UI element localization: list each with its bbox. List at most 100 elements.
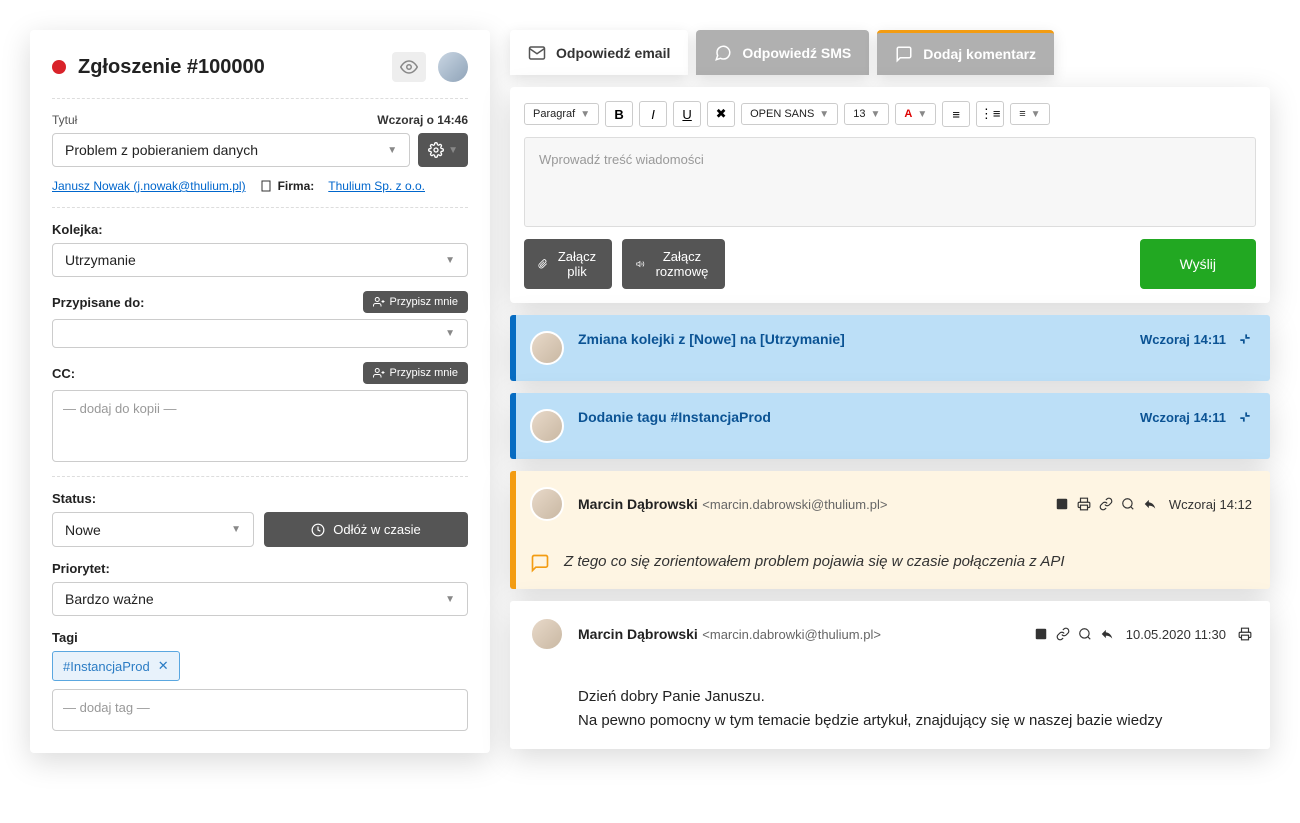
attach-call-button[interactable]: Załącz rozmowę (622, 239, 725, 289)
assigned-label: Przypisane do: (52, 295, 144, 310)
italic-button[interactable]: I (639, 101, 667, 127)
font-select[interactable]: OPEN SANS ▼ (741, 103, 838, 125)
event-time: 10.05.2020 11:30 (1126, 627, 1226, 642)
response-tabs: Odpowiedź email Odpowiedź SMS Dodaj kome… (510, 30, 1270, 75)
tag-value: #InstancjaProd (63, 659, 150, 674)
editor-toolbar: Paragraf ▼ B I U ✖ OPEN SANS ▼ 13 ▼ A ▼ … (524, 101, 1256, 127)
volume-icon (636, 257, 645, 271)
chevron-down-icon: ▼ (387, 145, 397, 156)
chevron-down-icon: ▼ (448, 145, 458, 156)
assign-me-button[interactable]: Przypisz mnie (363, 291, 468, 313)
ticket-header: Zgłoszenie #100000 (52, 52, 468, 82)
comment-icon (895, 45, 913, 63)
size-select[interactable]: 13 ▼ (844, 103, 889, 125)
author-email: <marcin.dabrowki@thulium.pl> (702, 627, 881, 642)
cc-assign-me-button[interactable]: Przypisz mnie (363, 362, 468, 384)
conversation-panel: Odpowiedź email Odpowiedź SMS Dodaj kome… (510, 30, 1270, 753)
event-title: Zmiana kolejki z [Nowe] na [Utrzymanie] (578, 331, 845, 347)
tab-sms[interactable]: Odpowiedź SMS (696, 30, 869, 75)
event-title: Dodanie tagu #InstancjaProd (578, 409, 771, 425)
clock-icon (311, 523, 325, 537)
bold-button[interactable]: B (605, 101, 633, 127)
divider (52, 98, 468, 99)
tab-email[interactable]: Odpowiedź email (510, 30, 688, 75)
avatar (530, 617, 564, 651)
priority-select[interactable]: Bardzo ważne ▼ (52, 582, 468, 616)
editor-textarea[interactable]: Wprowadź treść wiadomości (524, 137, 1256, 227)
priority-label: Priorytet: (52, 561, 110, 576)
contact-row: Janusz Nowak (j.nowak@thulium.pl) Firma:… (52, 179, 468, 193)
tags-label: Tagi (52, 630, 78, 645)
expand-icon[interactable] (1055, 497, 1069, 511)
ticket-heading: Zgłoszenie #100000 (78, 56, 380, 79)
company-link[interactable]: Thulium Sp. z o.o. (328, 179, 425, 193)
expand-icon[interactable] (1034, 627, 1048, 641)
link-icon[interactable] (1099, 497, 1113, 511)
avatar (530, 331, 564, 365)
reply-icon[interactable] (1100, 627, 1114, 641)
settings-button[interactable]: ▼ (418, 133, 468, 167)
status-label: Status: (52, 491, 96, 506)
align-select[interactable]: ≡ ▼ (1010, 103, 1049, 125)
reply-body: Dzień dobry Panie Januszu. Na pewno pomo… (530, 685, 1162, 733)
ordered-list-button[interactable]: ≡ (942, 101, 970, 127)
event-time: Wczoraj 14:11 (1140, 332, 1226, 347)
underline-button[interactable]: U (673, 101, 701, 127)
queue-select[interactable]: Utrzymanie ▼ (52, 243, 468, 277)
priority-value: Bardzo ważne (65, 591, 154, 607)
paperclip-icon (538, 257, 548, 271)
author-email: <marcin.dabrowski@thulium.pl> (702, 497, 887, 512)
collapse-icon[interactable] (1238, 332, 1252, 346)
mail-icon (528, 44, 546, 62)
tab-comment[interactable]: Dodaj komentarz (877, 30, 1054, 75)
search-icon[interactable] (1078, 627, 1092, 641)
attach-file-button[interactable]: Załącz plik (524, 239, 612, 289)
paragraph-select[interactable]: Paragraf ▼ (524, 103, 599, 125)
title-select[interactable]: Problem z pobieraniem danych ▼ (52, 133, 410, 167)
assigned-select[interactable]: ▼ (52, 319, 468, 348)
tag-input[interactable]: — dodaj tag — (52, 689, 468, 731)
avatar (530, 487, 564, 521)
editor-panel: Paragraf ▼ B I U ✖ OPEN SANS ▼ 13 ▼ A ▼ … (510, 87, 1270, 303)
chevron-down-icon: ▼ (231, 524, 241, 535)
queue-label: Kolejka: (52, 222, 103, 237)
cc-input[interactable]: — dodaj do kopii — (52, 390, 468, 462)
avatar[interactable] (438, 52, 468, 82)
user-plus-icon (373, 296, 385, 308)
divider (52, 476, 468, 477)
contact-link[interactable]: Janusz Nowak (j.nowak@thulium.pl) (52, 179, 246, 193)
print-icon[interactable] (1077, 497, 1091, 511)
company-label: Firma: (278, 179, 315, 193)
building-icon (260, 180, 272, 192)
sms-icon (714, 44, 732, 62)
search-icon[interactable] (1121, 497, 1135, 511)
avatar (530, 409, 564, 443)
timeline-comment: Marcin Dąbrowski <marcin.dabrowski@thuli… (510, 471, 1270, 589)
tag-remove-icon[interactable]: ✕ (158, 658, 169, 674)
reply-icon[interactable] (1143, 497, 1157, 511)
event-time: Wczoraj 14:12 (1169, 497, 1252, 512)
chevron-down-icon: ▼ (445, 328, 455, 339)
collapse-icon[interactable] (1238, 410, 1252, 424)
color-select[interactable]: A ▼ (895, 103, 936, 125)
queue-value: Utrzymanie (65, 252, 136, 268)
print-icon[interactable] (1238, 627, 1252, 641)
status-dot-icon (52, 60, 66, 74)
send-button[interactable]: Wyślij (1140, 239, 1256, 289)
clear-format-button[interactable]: ✖ (707, 101, 735, 127)
timeline-event[interactable]: Zmiana kolejki z [Nowe] na [Utrzymanie] … (510, 315, 1270, 381)
user-plus-icon (373, 367, 385, 379)
link-icon[interactable] (1056, 627, 1070, 641)
postpone-button[interactable]: Odłóż w czasie (264, 512, 468, 547)
cc-label: CC: (52, 366, 75, 381)
bullet-list-button[interactable]: ⋮≡ (976, 101, 1004, 127)
watch-button[interactable] (392, 52, 426, 82)
timeline-event[interactable]: Dodanie tagu #InstancjaProd Wczoraj 14:1… (510, 393, 1270, 459)
title-value: Problem z pobieraniem danych (65, 142, 258, 158)
divider (52, 207, 468, 208)
chevron-down-icon: ▼ (445, 255, 455, 266)
status-select[interactable]: Nowe ▼ (52, 512, 254, 547)
status-value: Nowe (65, 522, 101, 538)
comment-body: Z tego co się zorientowałem problem poja… (564, 553, 1065, 570)
ticket-timestamp: Wczoraj o 14:46 (377, 113, 468, 127)
